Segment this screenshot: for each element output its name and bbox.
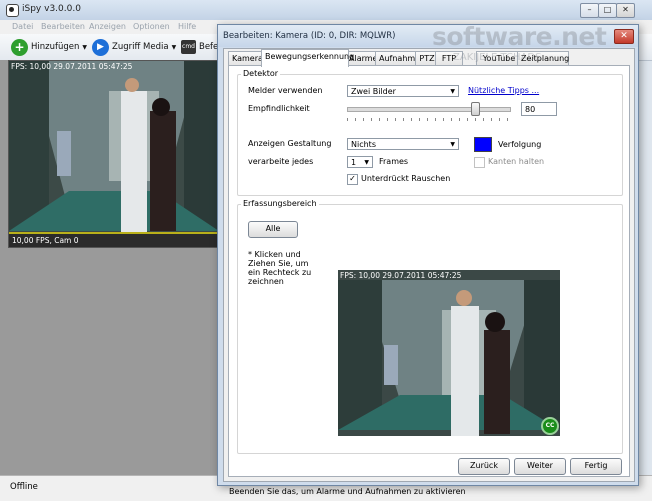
watermark: software.net	[432, 22, 607, 51]
detection-area-preview[interactable]: FPS: 10,00 29.07.2011 05:47:25 CC	[338, 270, 560, 436]
detector-type-label: Melder verwenden	[248, 86, 323, 95]
watermark-subtext: ZAKIJELE TCHADS	[453, 52, 542, 63]
keep-edges-checkbox[interactable]	[474, 157, 485, 168]
menu-bearbeiten[interactable]: Bearbeiten	[41, 22, 85, 31]
process-every-label: verarbeite jedes	[248, 157, 314, 166]
noise-suppression-checkbox[interactable]: ✓	[347, 174, 358, 185]
remote-access-label: Zugriff Media	[112, 42, 169, 52]
preview-overlay-text: FPS: 10,00 29.07.2011 05:47:25	[340, 271, 462, 280]
minimize-button[interactable]: –	[580, 3, 599, 18]
preview-image	[338, 270, 560, 436]
footer-hint-text: Beenden Sie das, um Alarme und Aufnahmen…	[229, 487, 466, 496]
display-style-label: Anzeigen Gestaltung	[248, 139, 332, 148]
draw-hint-text: * Klicken und Ziehen Sie, um ein Rechtec…	[248, 250, 312, 286]
camera-status-bar: 10,00 FPS, Cam 0	[9, 234, 219, 247]
menu-hilfe[interactable]: Hilfe	[178, 22, 196, 31]
maximize-button[interactable]: □	[598, 3, 617, 18]
next-button[interactable]: Weiter	[514, 458, 566, 475]
camera-status-text: 10,00 FPS, Cam 0	[12, 236, 79, 245]
motion-detection-panel: Detektor Melder verwenden Zwei Bilder Nü…	[228, 65, 630, 477]
frames-label: Frames	[379, 157, 409, 166]
process-every-select[interactable]: 1	[347, 156, 373, 169]
plus-icon: +	[11, 38, 28, 56]
noise-suppression-label: Unterdrückt Rauschen	[361, 174, 451, 183]
display-style-select[interactable]: Nichts	[347, 138, 459, 151]
edit-camera-dialog: Bearbeiten: Kamera (ID: 0, DIR: MQLWR) ✕…	[217, 24, 639, 496]
sensitivity-slider[interactable]	[347, 102, 511, 116]
tracking-label: Verfolgung	[498, 140, 542, 149]
remote-access-button[interactable]: ▶ Zugriff Media ▼	[92, 38, 176, 56]
camera-image	[9, 61, 219, 247]
slider-thumb[interactable]	[471, 102, 480, 116]
dialog-body: Kamera Bewegungserkennung Alarme Aufnahm…	[223, 48, 635, 496]
tab-aufnahme[interactable]: Aufnahme	[375, 51, 420, 66]
chevron-down-icon: ▼	[171, 43, 177, 51]
app-logo-icon	[6, 4, 19, 17]
sensitivity-label: Empfindlichkeit	[248, 104, 310, 113]
dialog-title: Bearbeiten: Kamera (ID: 0, DIR: MQLWR)	[223, 31, 396, 41]
menu-optionen[interactable]: Optionen	[133, 22, 170, 31]
dialog-close-button[interactable]: ✕	[614, 29, 634, 44]
command-button[interactable]: cmd Befe	[181, 38, 218, 56]
main-window-title: iSpy v3.0.0.0	[22, 4, 81, 14]
chevron-down-icon: ▼	[82, 43, 88, 51]
camera-view[interactable]: FPS: 10,00 29.07.2011 05:47:25 10,00 FPS…	[8, 60, 220, 248]
main-title-bar: iSpy v3.0.0.0 – □ ✕	[0, 0, 652, 21]
detection-area-label: Erfassungsbereich	[241, 199, 319, 208]
play-icon: ▶	[92, 38, 109, 56]
useful-tips-link[interactable]: Nützliche Tipps ...	[468, 86, 539, 95]
sensitivity-input[interactable]: 80	[521, 102, 557, 116]
slider-ticks	[347, 118, 509, 121]
command-icon: cmd	[181, 40, 196, 54]
slider-track	[347, 107, 511, 112]
tab-bewegungserkennung[interactable]: Bewegungserkennung	[261, 49, 354, 67]
add-button[interactable]: + Hinzufügen ▼	[11, 38, 87, 56]
keep-edges-label: Kanten halten	[488, 157, 545, 166]
add-button-label: Hinzufügen	[31, 42, 80, 52]
recording-badge-icon: CC	[541, 417, 559, 435]
detector-type-select[interactable]: Zwei Bilder	[347, 85, 459, 98]
menu-datei[interactable]: Datei	[12, 22, 33, 31]
status-text: Offline	[10, 482, 38, 492]
camera-overlay-text: FPS: 10,00 29.07.2011 05:47:25	[11, 62, 133, 71]
select-all-button[interactable]: Alle	[248, 221, 298, 238]
command-button-label: Befe	[199, 42, 219, 52]
tracking-color-swatch[interactable]	[474, 137, 492, 152]
back-button[interactable]: Zurück	[458, 458, 510, 475]
finish-button[interactable]: Fertig	[570, 458, 622, 475]
detector-group-label: Detektor	[241, 69, 281, 78]
menu-anzeigen[interactable]: Anzeigen	[89, 22, 126, 31]
close-button[interactable]: ✕	[616, 3, 635, 18]
